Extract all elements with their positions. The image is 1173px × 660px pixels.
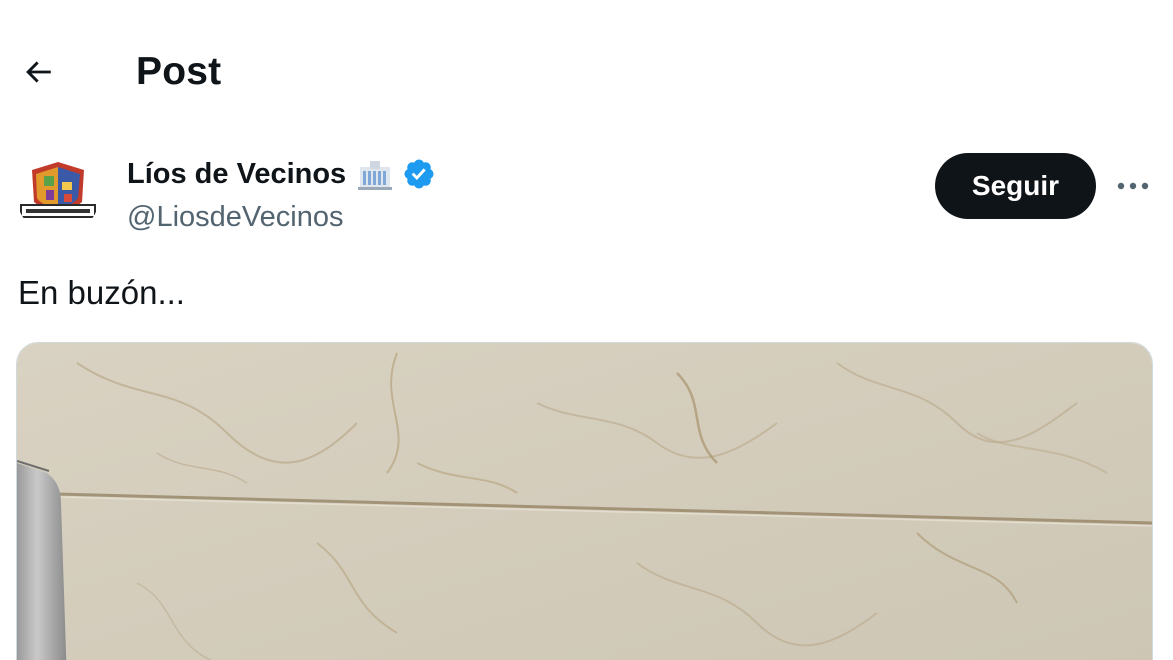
more-horizontal-icon — [1117, 182, 1149, 190]
post-header: Post — [0, 0, 1173, 140]
post-page: Post Líos de Vecinos @LiosdeVecinos Segu… — [0, 0, 1173, 660]
avatar-logo-icon — [16, 152, 100, 236]
author-display-name: Líos de Vecinos — [127, 158, 347, 190]
page-title: Post — [136, 50, 222, 93]
follow-button[interactable]: Seguir — [935, 153, 1096, 219]
marble-photo — [17, 343, 1152, 660]
building-icon — [356, 157, 394, 191]
author-handle[interactable]: @LiosdeVecinos — [127, 198, 343, 236]
post-media-image[interactable] — [16, 342, 1153, 660]
post-text: En buzón... — [18, 274, 185, 311]
arrow-left-icon — [26, 61, 51, 83]
author-name[interactable]: Líos de Vecinos — [127, 155, 436, 193]
avatar[interactable] — [16, 152, 100, 236]
back-button[interactable] — [12, 46, 64, 98]
more-options-button[interactable] — [1110, 165, 1156, 207]
verified-badge-icon — [402, 157, 436, 191]
